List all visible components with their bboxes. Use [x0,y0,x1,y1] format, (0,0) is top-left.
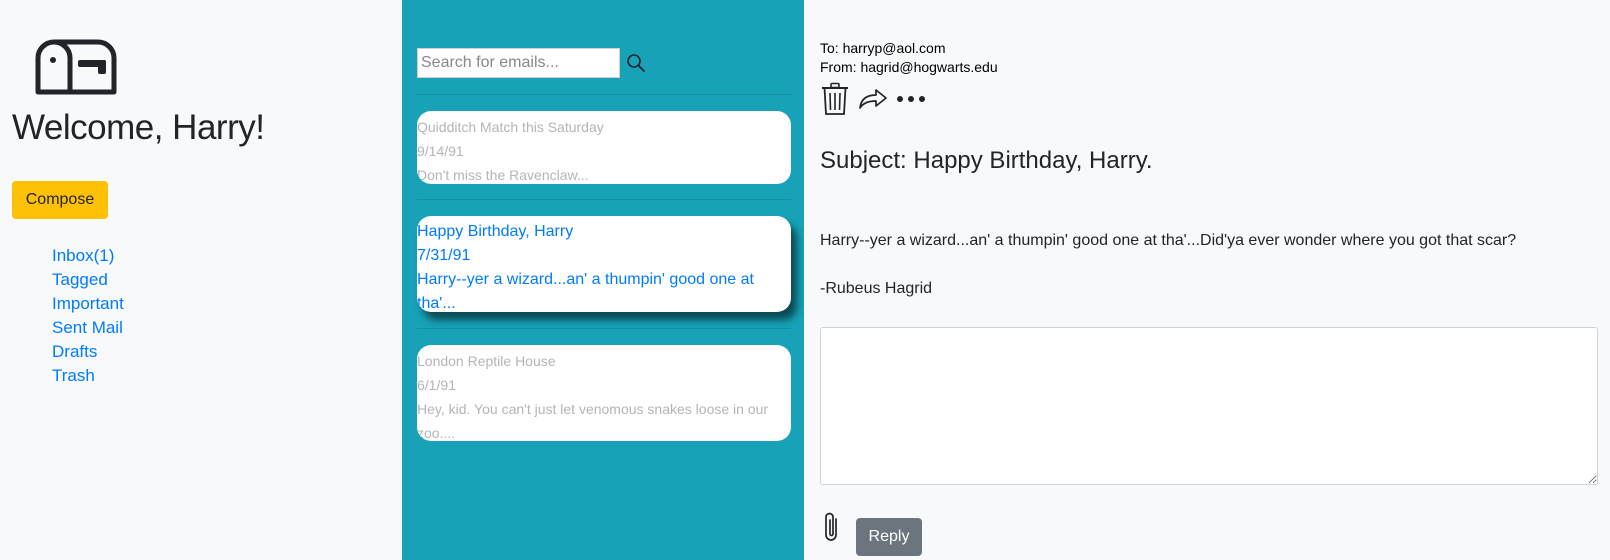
reply-button[interactable]: Reply [856,518,922,556]
email-date: 9/14/91 [417,143,464,159]
email-from: From: hagrid@hogwarts.edu [820,59,998,75]
sidebar: Welcome, Harry! Compose Inbox(1) Tagged … [0,0,402,560]
nav-item-trash[interactable]: Trash [52,364,124,388]
email-actions [820,82,934,116]
divider [417,94,791,95]
email-date: 7/31/91 [417,247,471,264]
nav-item-important[interactable]: Important [52,292,124,316]
nav-item-drafts[interactable]: Drafts [52,340,124,364]
mailbox-icon [35,39,117,95]
divider [417,199,791,200]
compose-button[interactable]: Compose [12,181,108,219]
nav-item-sent-mail[interactable]: Sent Mail [52,316,124,340]
email-item-selected[interactable]: Happy Birthday, Harry 7/31/91 Harry--yer… [417,216,791,312]
email-body: Harry--yer a wizard...an' a thumpin' goo… [820,232,1517,249]
search-input[interactable] [417,48,620,78]
nav-item-inbox[interactable]: Inbox(1) [52,244,124,268]
email-item[interactable]: Quidditch Match this Saturday 9/14/91 Do… [417,111,791,184]
folder-nav: Inbox(1) Tagged Important Sent Mail Draf… [52,244,124,388]
email-reader: To: harryp@aol.com From: hagrid@hogwarts… [804,0,1610,560]
email-date: 6/1/91 [417,377,456,393]
email-subject-heading: Subject: Happy Birthday, Harry. [820,147,1153,174]
reply-textarea[interactable] [820,327,1598,485]
email-preview: Don't miss the Ravenclaw... [417,167,589,183]
forward-icon[interactable] [858,87,888,111]
welcome-heading: Welcome, Harry! [12,108,265,147]
paperclip-icon[interactable] [820,510,844,544]
nav-item-tagged[interactable]: Tagged [52,268,124,292]
trash-icon[interactable] [820,82,850,116]
email-signature: -Rubeus Hagrid [820,280,933,297]
search-icon[interactable] [626,53,646,73]
divider [417,328,791,329]
email-subject: Quidditch Match this Saturday [417,119,604,135]
email-subject: London Reptile House [417,353,556,369]
email-to: To: harryp@aol.com [820,40,946,56]
email-preview: Hey, kid. You can't just let venomous sn… [417,401,769,441]
more-icon[interactable] [896,94,926,104]
email-list-panel: Quidditch Match this Saturday 9/14/91 Do… [402,0,804,560]
email-preview: Harry--yer a wizard...an' a thumpin' goo… [417,271,754,312]
email-item[interactable]: London Reptile House 6/1/91 Hey, kid. Yo… [417,345,791,441]
search-bar [417,48,646,78]
email-subject: Happy Birthday, Harry [417,223,574,240]
